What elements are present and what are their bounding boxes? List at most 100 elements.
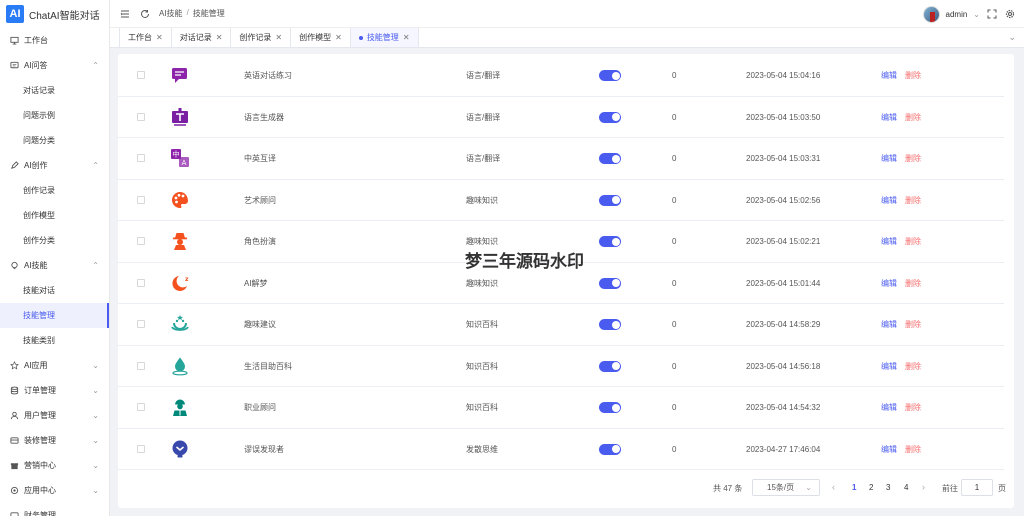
next-page-icon[interactable]: › <box>922 482 925 492</box>
delete-button[interactable]: 删除 <box>905 278 921 289</box>
sidebar-item[interactable]: AI问答 ⌃ <box>0 53 109 78</box>
sidebar-item[interactable]: 订单管理 ⌄ <box>0 378 109 403</box>
sidebar-item[interactable]: 技能类别 <box>0 328 109 353</box>
avatar[interactable] <box>922 5 940 23</box>
status-switch[interactable] <box>599 70 621 82</box>
sidebar-item[interactable]: 创作模型 <box>0 203 109 228</box>
tabs-more-icon[interactable]: ⌄ <box>1008 32 1016 43</box>
sidebar-item[interactable]: 创作记录 <box>0 178 109 203</box>
delete-button[interactable]: 删除 <box>905 444 921 455</box>
tab-label: 工作台 <box>128 33 152 42</box>
row-checkbox[interactable] <box>137 112 145 121</box>
sidebar-item[interactable]: 问题分类 <box>0 128 109 153</box>
tab-item[interactable]: 工作台 ✕ <box>119 28 172 47</box>
row-checkbox[interactable] <box>137 278 145 287</box>
edit-button[interactable]: 编辑 <box>881 236 897 247</box>
tab-item[interactable]: 创作模型 ✕ <box>291 28 351 47</box>
edit-button[interactable]: 编辑 <box>881 361 897 372</box>
sidebar-item-label: 装修管理 <box>24 436 56 445</box>
sidebar-item[interactable]: AI创作 ⌃ <box>0 153 109 178</box>
sidebar-item[interactable]: 财务管理 ⌄ <box>0 503 109 516</box>
row-checkbox[interactable] <box>137 154 145 162</box>
page-number[interactable]: 4 <box>904 483 908 492</box>
close-icon[interactable]: ✕ <box>275 33 282 42</box>
row-checkbox[interactable] <box>137 361 145 370</box>
sidebar-item[interactable]: 对话记录 <box>0 78 109 103</box>
sidebar-item[interactable]: 装修管理 ⌄ <box>0 428 109 453</box>
delete-button[interactable]: 删除 <box>905 402 921 413</box>
status-switch[interactable] <box>599 111 621 123</box>
goto-page-input[interactable]: 1 <box>961 479 993 496</box>
delete-button[interactable]: 删除 <box>905 236 921 247</box>
refresh-icon[interactable] <box>139 8 151 20</box>
row-checkbox[interactable] <box>137 195 145 204</box>
status-switch[interactable] <box>599 319 621 331</box>
username[interactable]: admin <box>946 10 968 19</box>
status-switch[interactable] <box>599 153 621 165</box>
edit-button[interactable]: 编辑 <box>881 402 897 413</box>
skill-name: 语言生成器 <box>244 112 284 122</box>
close-icon[interactable]: ✕ <box>335 33 342 42</box>
edit-button[interactable]: 编辑 <box>881 195 897 206</box>
tab-item[interactable]: 对话记录 ✕ <box>172 28 232 47</box>
page-size-select[interactable]: 15条/页 ⌄ <box>752 479 820 496</box>
page-number[interactable]: 2 <box>869 483 873 492</box>
breadcrumb-item[interactable]: AI技能 <box>159 8 183 19</box>
status-switch[interactable] <box>599 236 621 248</box>
status-switch[interactable] <box>599 402 621 414</box>
sidebar-item[interactable]: 问题示例 <box>0 103 109 128</box>
sidebar-item[interactable]: AI应用 ⌄ <box>0 353 109 378</box>
sidebar-item[interactable]: 用户管理 ⌄ <box>0 403 109 428</box>
worker-icon <box>170 397 190 417</box>
delete-button[interactable]: 删除 <box>905 70 921 81</box>
usage-count: 0 <box>672 361 677 371</box>
status-switch[interactable] <box>599 194 621 206</box>
fullscreen-icon[interactable] <box>986 8 998 20</box>
tab-label: 创作记录 <box>239 33 272 42</box>
sidebar-item-label: 技能对话 <box>23 286 55 295</box>
row-checkbox[interactable] <box>137 71 145 79</box>
sidebar-item[interactable]: 技能对话 <box>0 278 109 303</box>
close-icon[interactable]: ✕ <box>216 33 223 42</box>
sidebar-item[interactable]: 营销中心 ⌄ <box>0 453 109 478</box>
detective-icon <box>170 231 190 251</box>
status-switch[interactable] <box>599 360 621 372</box>
delete-button[interactable]: 删除 <box>905 319 921 330</box>
page-size-value: 15条/页 <box>767 483 795 492</box>
gear-icon[interactable] <box>1004 8 1016 20</box>
edit-button[interactable]: 编辑 <box>881 112 897 123</box>
tab-item[interactable]: 技能管理 ✕ <box>350 28 419 47</box>
edit-button[interactable]: 编辑 <box>881 444 897 455</box>
page-number[interactable]: 3 <box>886 483 890 492</box>
delete-button[interactable]: 删除 <box>905 112 921 123</box>
brand[interactable]: AI ChatAI智能对话 <box>0 0 109 28</box>
sidebar-item[interactable]: 工作台 <box>0 28 109 53</box>
edit-button[interactable]: 编辑 <box>881 153 897 164</box>
status-switch[interactable] <box>599 443 621 455</box>
sidebar-item[interactable]: 技能管理 <box>0 303 109 328</box>
menu-fold-icon[interactable] <box>119 8 131 20</box>
goto-unit: 页 <box>998 484 1006 493</box>
prev-page-icon[interactable]: ‹ <box>832 482 835 492</box>
edit-button[interactable]: 编辑 <box>881 70 897 81</box>
close-icon[interactable]: ✕ <box>156 33 163 42</box>
sidebar-item[interactable]: AI技能 ⌃ <box>0 253 109 278</box>
edit-button[interactable]: 编辑 <box>881 319 897 330</box>
close-icon[interactable]: ✕ <box>403 33 410 42</box>
delete-button[interactable]: 删除 <box>905 195 921 206</box>
delete-button[interactable]: 删除 <box>905 361 921 372</box>
row-checkbox[interactable] <box>137 237 145 245</box>
row-checkbox[interactable] <box>137 444 145 453</box>
status-switch[interactable] <box>599 277 621 289</box>
sidebar-item[interactable]: 应用中心 ⌄ <box>0 478 109 503</box>
tab-item[interactable]: 创作记录 ✕ <box>231 28 292 47</box>
row-checkbox[interactable] <box>137 320 145 328</box>
row-checkbox[interactable] <box>137 403 145 411</box>
page-number[interactable]: 1 <box>852 483 856 492</box>
delete-button[interactable]: 删除 <box>905 153 921 164</box>
sidebar-item[interactable]: 创作分类 <box>0 228 109 253</box>
edit-button[interactable]: 编辑 <box>881 278 897 289</box>
skill-name: 英语对话练习 <box>244 71 292 81</box>
sidebar-item-label: 财务管理 <box>24 511 56 516</box>
chevron-down-icon[interactable]: ⌄ <box>973 10 980 19</box>
